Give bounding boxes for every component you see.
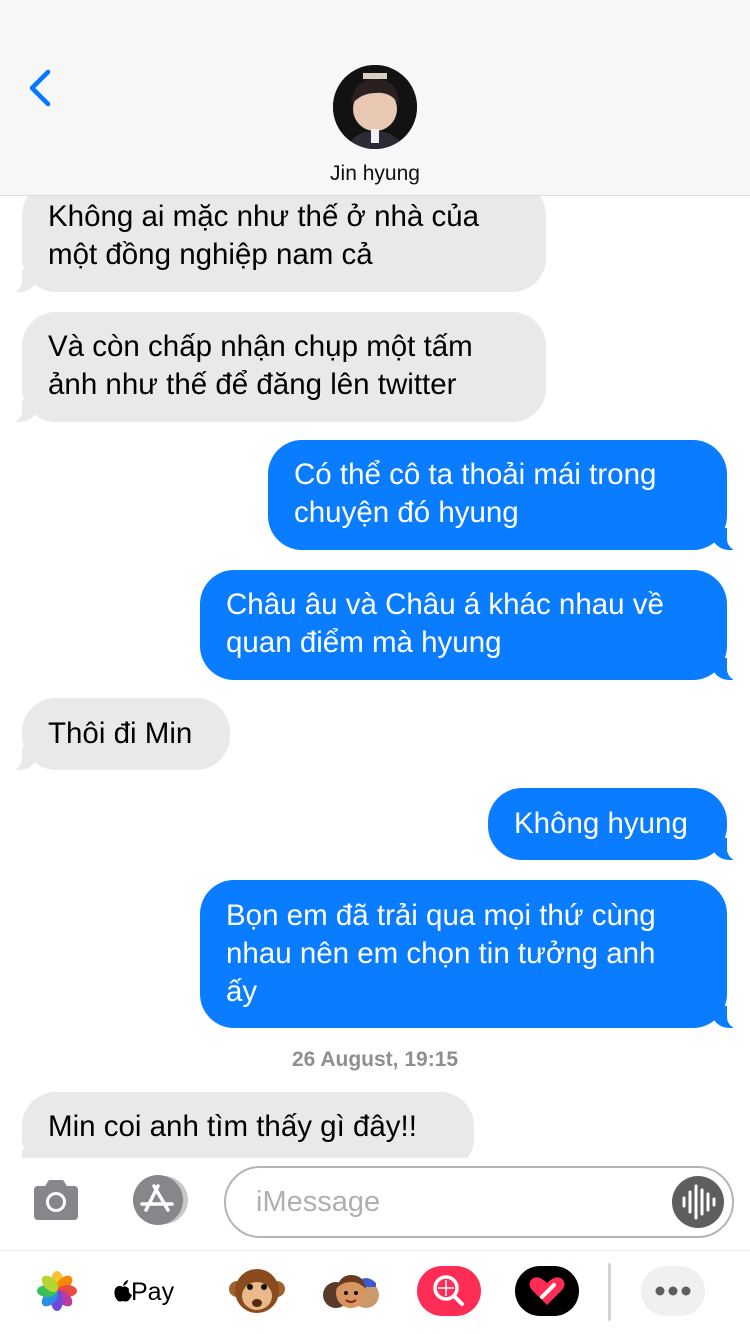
- photos-icon[interactable]: [24, 1265, 90, 1317]
- message-bubble-outgoing[interactable]: Không hyung: [488, 788, 741, 861]
- more-icon[interactable]: [640, 1265, 706, 1317]
- digital-touch-icon[interactable]: [514, 1265, 580, 1317]
- message-text: Thôi đi Min: [48, 717, 193, 750]
- contact-avatar[interactable]: [333, 65, 417, 149]
- message-bubble-outgoing[interactable]: Châu âu và Châu á khác nhau về quan điểm…: [200, 570, 741, 681]
- message-text: Min coi anh tìm thấy gì đây!!: [48, 1110, 417, 1143]
- compose-bar: [0, 1158, 750, 1250]
- message-input[interactable]: [256, 1180, 656, 1224]
- camera-icon[interactable]: [30, 1178, 82, 1222]
- message-input-field[interactable]: [224, 1166, 734, 1238]
- message-text: Bọn em đã trải qua mọi thứ cùng nhau nên…: [226, 899, 656, 1008]
- monkey-animoji-icon[interactable]: [224, 1265, 290, 1317]
- message-text: Châu âu và Châu á khác nhau về quan điểm…: [226, 588, 664, 659]
- message-bubble-incoming[interactable]: Min coi anh tìm thấy gì đây!!: [8, 1092, 474, 1158]
- message-text: Không ai mặc như thế ở nhà của một đồng …: [48, 200, 480, 271]
- apple-pay-icon[interactable]: Pay: [114, 1265, 204, 1317]
- message-bubble-incoming[interactable]: Không ai mặc như thế ở nhà của một đồng …: [8, 196, 546, 293]
- message-text: Không hyung: [514, 807, 688, 840]
- audio-waveform-icon[interactable]: [672, 1176, 724, 1228]
- message-text: Và còn chấp nhận chụp một tấm ảnh như th…: [48, 330, 473, 401]
- app-drawer: Pay: [0, 1250, 750, 1334]
- chevron-left-icon[interactable]: [26, 66, 66, 110]
- memoji-icon[interactable]: [318, 1265, 384, 1317]
- contact-name[interactable]: Jin hyung: [0, 162, 750, 186]
- message-bubble-outgoing[interactable]: Bọn em đã trải qua mọi thứ cùng nhau nên…: [200, 880, 741, 1029]
- message-thread[interactable]: Không ai mặc như thế ở nhà của một đồng …: [0, 196, 750, 1158]
- message-bubble-incoming[interactable]: Và còn chấp nhận chụp một tấm ảnh như th…: [8, 312, 546, 423]
- message-timestamp: 26 August, 19:15: [291, 1048, 459, 1071]
- apple-pay-label: Pay: [131, 1278, 175, 1306]
- conversation-header: Jin hyung: [0, 0, 750, 196]
- message-bubble-incoming[interactable]: Thôi đi Min: [8, 698, 230, 771]
- app-store-icon[interactable]: [126, 1174, 192, 1226]
- message-bubble-outgoing[interactable]: Có thể cô ta thoải mái trong chuyện đó h…: [268, 440, 741, 551]
- tray-divider: [608, 1263, 611, 1321]
- message-text: Có thể cô ta thoải mái trong chuyện đó h…: [294, 458, 657, 529]
- search-images-icon[interactable]: [416, 1265, 482, 1317]
